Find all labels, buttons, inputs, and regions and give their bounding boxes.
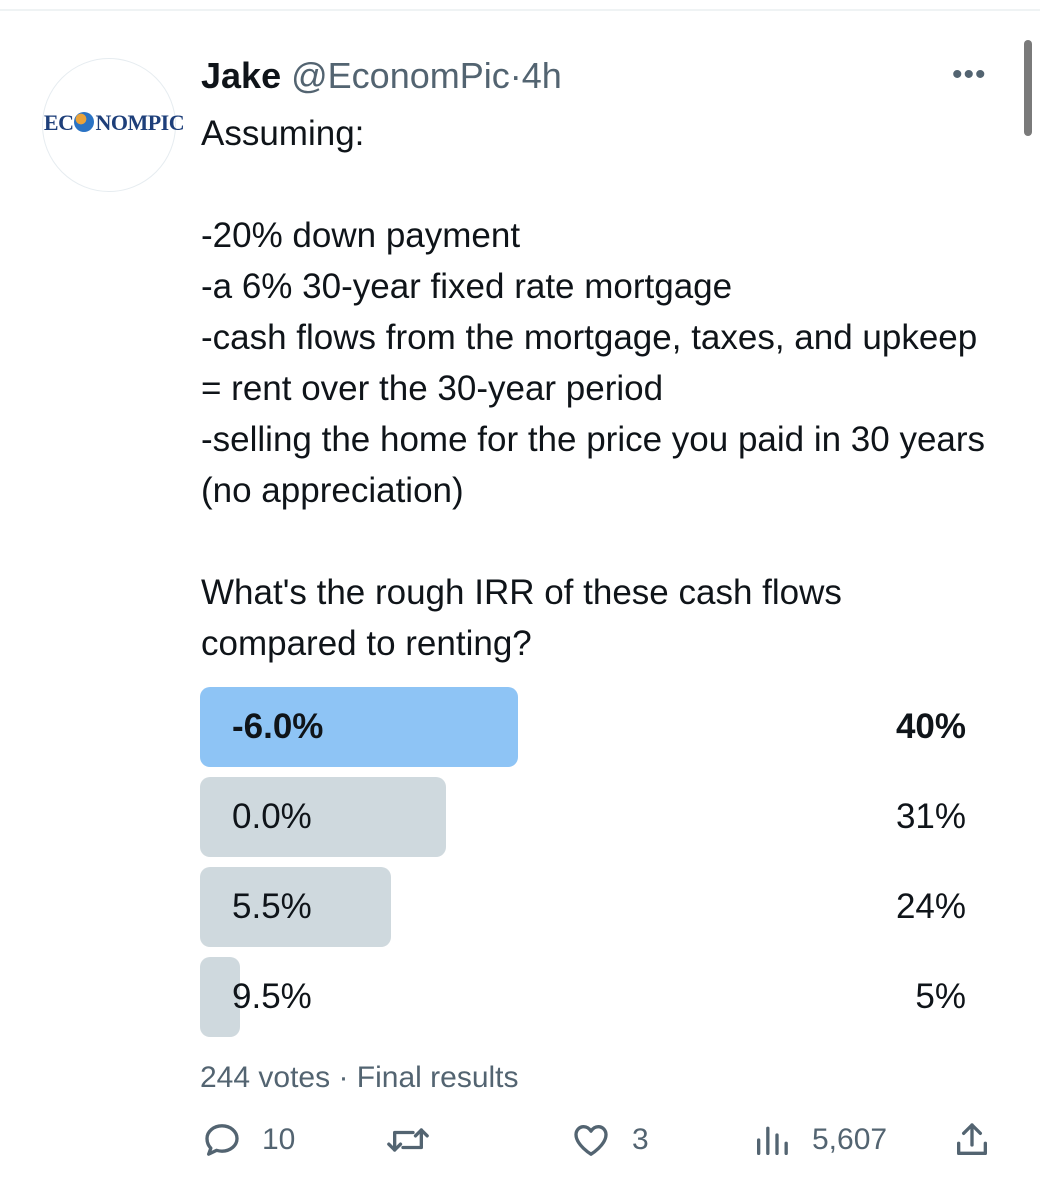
reply-button[interactable]: 10 [202,1120,295,1160]
retweet-button[interactable] [384,1120,452,1160]
poll-option-label: 0.0% [232,797,312,836]
poll-option-percent: 24% [895,887,966,926]
header-separator: · [509,55,522,96]
poll: -6.0% 40% 0.0% 31% 5.5% 24% 9.5% 5% [200,687,966,1047]
poll-option[interactable]: 9.5% 5% [200,957,966,1037]
poll-status: Final results [356,1061,519,1094]
tweet-text: Assuming: -20% down payment -a 6% 30-yea… [201,114,986,663]
poll-option[interactable]: -6.0% 40% [200,687,966,767]
globe-icon [74,112,95,132]
views-icon [757,1126,788,1155]
tweet-header: Jake @EconomPic·4h [201,54,562,98]
poll-option-percent: 31% [895,797,966,836]
poll-option-label: 9.5% [232,977,312,1016]
poll-option-label: 5.5% [232,887,312,926]
poll-option[interactable]: 5.5% 24% [200,867,966,947]
like-button[interactable]: 3 [570,1120,649,1160]
poll-option-percent: 40% [895,707,966,746]
retweet-icon [387,1128,429,1152]
like-count: 3 [632,1123,649,1156]
reply-count: 10 [262,1123,296,1156]
poll-summary: 244 votes · Final results [200,1061,519,1095]
avatar[interactable]: EC NOMPIC [42,58,185,192]
author-name[interactable]: Jake [201,55,281,96]
views-button[interactable]: 5,607 [752,1120,887,1160]
poll-option[interactable]: 0.0% 31% [200,777,966,857]
scrollbar-thumb[interactable] [1024,40,1032,136]
share-icon [957,1123,987,1155]
top-divider [0,9,1040,11]
avatar-logo: EC NOMPIC [43,110,185,135]
poll-option-percent: 5% [915,977,966,1016]
poll-votes: 244 votes [200,1061,331,1094]
tweet-timestamp[interactable]: 4h [522,55,562,96]
reply-icon [205,1124,239,1156]
share-button[interactable] [952,1120,992,1160]
tweet-actions: 10 3 5,607 [200,1120,1000,1170]
poll-option-label: -6.0% [232,707,324,746]
author-handle[interactable]: @EconomPic [291,55,510,96]
poll-summary-separator: · [338,1061,349,1094]
views-count: 5,607 [812,1123,888,1156]
more-options-icon[interactable]: ••• [952,58,987,92]
heart-icon [574,1125,608,1156]
